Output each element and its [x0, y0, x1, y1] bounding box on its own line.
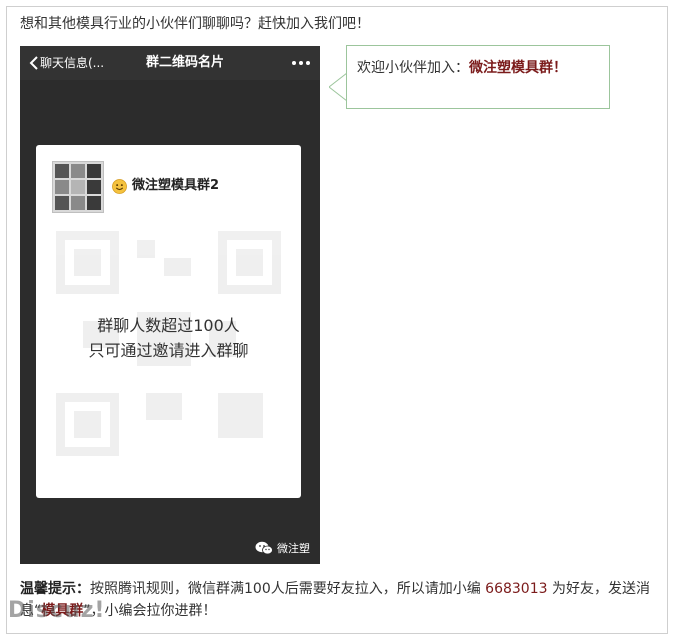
avatar-cell — [87, 180, 101, 194]
avatar-cell — [71, 180, 85, 194]
tips-text-1: 按照腾讯规则，微信群满100人后需要好友拉入，所以请加小编 — [90, 581, 486, 597]
welcome-bubble: 欢迎小伙伴加入：微注塑模具群！ — [346, 45, 610, 109]
group-avatar — [52, 161, 104, 213]
phone-screenshot: 聊天信息(... 群二维码名片 微注塑模具群2 群聊人数超过100人 只可通过邀… — [20, 46, 320, 564]
wechat-icon — [255, 541, 273, 555]
bubble-prefix: 欢迎小伙伴加入： — [357, 60, 469, 76]
avatar-cell — [71, 164, 85, 178]
avatar-cell — [87, 196, 101, 210]
avatar-cell — [87, 164, 101, 178]
group-name: 微注塑模具群2 — [132, 178, 220, 193]
tips-paragraph: 温馨提示：按照腾讯规则，微信群满100人后需要好友拉入，所以请加小编 66830… — [20, 578, 660, 622]
qr-message-line2: 只可通过邀请进入群聊 — [88, 341, 249, 360]
tips-label: 温馨提示： — [20, 581, 90, 597]
phone-title: 群二维码名片 — [145, 55, 224, 70]
bubble-group-name: 微注塑模具群！ — [469, 60, 567, 76]
avatar-cell — [55, 180, 69, 194]
qr-card: 微注塑模具群2 群聊人数超过100人 只可通过邀请进入群聊 — [36, 145, 301, 498]
smiley-icon — [112, 179, 127, 194]
avatar-cell — [71, 196, 85, 210]
bubble-text: 欢迎小伙伴加入：微注塑模具群！ — [357, 58, 567, 78]
qr-expired-message: 群聊人数超过100人 只可通过邀请进入群聊 — [36, 313, 301, 363]
avatar-cell — [55, 196, 69, 210]
qr-message-line1: 群聊人数超过100人 — [97, 316, 240, 335]
avatar-cell — [55, 164, 69, 178]
phone-footer-logo: 微注塑 — [255, 540, 310, 556]
phone-header: 聊天信息(... 群二维码名片 — [20, 46, 320, 80]
intro-text: 想和其他模具行业的小伙伴们聊聊吗？赶快加入我们吧！ — [20, 16, 370, 32]
more-dots-icon[interactable] — [292, 61, 310, 65]
footer-label: 微注塑 — [277, 542, 310, 555]
contact-number: 6683013 — [485, 581, 548, 597]
discuz-watermark: Discuz! — [8, 598, 106, 623]
